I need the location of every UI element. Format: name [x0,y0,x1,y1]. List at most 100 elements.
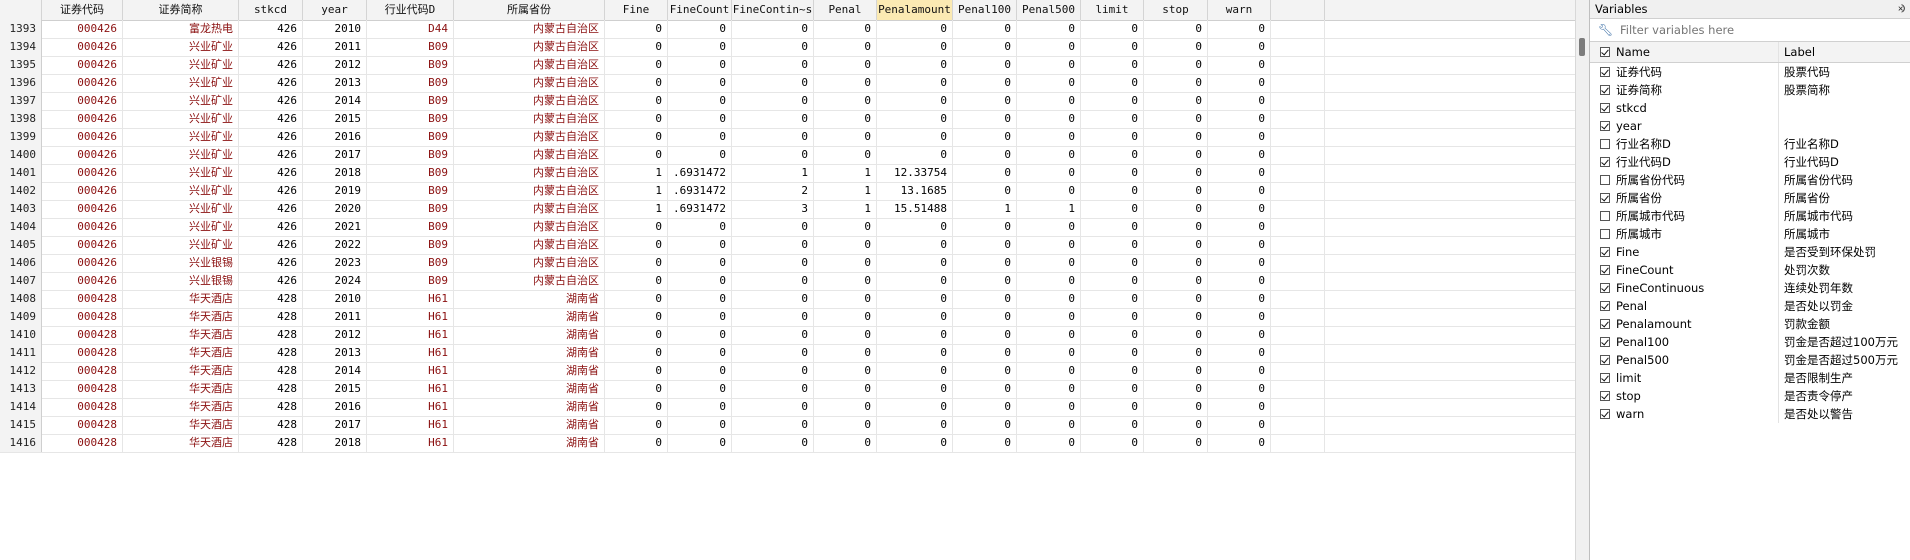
table-cell[interactable]: 0 [877,344,953,362]
table-cell[interactable]: 0 [668,398,732,416]
table-cell[interactable]: 0 [1208,164,1271,182]
table-cell[interactable]: 0 [1017,434,1081,452]
row-number[interactable]: 1394 [0,38,42,56]
table-cell[interactable]: 内蒙古自治区 [454,200,605,218]
table-cell[interactable]: 0 [877,128,953,146]
table-cell[interactable]: 0 [814,290,877,308]
variable-visibility-checkbox[interactable] [1600,121,1610,131]
column-header[interactable]: stop [1144,0,1208,20]
table-cell[interactable]: 0 [1081,254,1144,272]
table-cell[interactable]: 000426 [42,182,123,200]
variable-name-cell[interactable]: Penal100 [1590,333,1779,351]
variable-row[interactable]: Penalamount 罚款金额 [1590,315,1910,333]
table-cell[interactable]: 华天酒店 [123,362,239,380]
table-cell[interactable]: 0 [605,236,668,254]
table-cell[interactable]: 内蒙古自治区 [454,164,605,182]
column-header[interactable]: 证券简称 [123,0,239,20]
table-cell[interactable]: 湖南省 [454,362,605,380]
table-cell[interactable]: 0 [732,74,814,92]
table-cell[interactable]: 0 [732,254,814,272]
table-cell[interactable]: 0 [605,92,668,110]
pin-icon[interactable]: ⨵ [1897,0,1905,18]
table-row[interactable]: 1405 000426 兴业矿业 426 2022 B09 内蒙古自治区 0 0 0 0 0 0 0 0 0 0 [0,236,1575,255]
table-cell[interactable]: H61 [367,416,454,434]
table-cell[interactable]: 0 [1208,200,1271,218]
table-cell[interactable]: 2010 [303,20,367,38]
table-cell[interactable]: 0 [877,326,953,344]
column-header[interactable]: FineContin~s [732,0,814,20]
table-cell[interactable]: 0 [732,362,814,380]
table-cell[interactable]: 0 [668,56,732,74]
table-cell[interactable]: 0 [1144,344,1208,362]
variable-name-cell[interactable]: 证券代码 [1590,63,1779,81]
row-number[interactable]: 1409 [0,308,42,326]
row-number[interactable]: 1408 [0,290,42,308]
table-cell[interactable]: H61 [367,362,454,380]
variable-name-cell[interactable]: 证券简称 [1590,81,1779,99]
table-cell[interactable]: 0 [605,38,668,56]
variable-visibility-checkbox[interactable] [1600,157,1610,167]
table-cell[interactable]: 000426 [42,254,123,272]
table-cell[interactable]: 2017 [303,146,367,164]
row-number[interactable]: 1401 [0,164,42,182]
table-cell[interactable]: 0 [1081,434,1144,452]
table-cell[interactable]: 华天酒店 [123,434,239,452]
row-number[interactable]: 1400 [0,146,42,164]
variable-row[interactable]: year [1590,117,1910,135]
table-row[interactable]: 1414 000428 华天酒店 428 2016 H61 湖南省 0 0 0 0 0 0 0 0 0 0 [0,398,1575,417]
variable-visibility-checkbox[interactable] [1600,139,1610,149]
table-cell[interactable]: H61 [367,344,454,362]
table-cell[interactable]: 0 [1081,416,1144,434]
table-cell[interactable]: 2020 [303,200,367,218]
table-cell[interactable]: 0 [1081,272,1144,290]
table-cell[interactable]: 0 [814,308,877,326]
table-cell[interactable] [1271,56,1325,74]
table-cell[interactable]: 0 [953,236,1017,254]
table-cell[interactable]: 0 [1208,92,1271,110]
table-cell[interactable]: 0 [1017,326,1081,344]
table-cell[interactable]: 0 [732,290,814,308]
table-cell[interactable]: 0 [1144,254,1208,272]
table-cell[interactable] [1271,272,1325,290]
table-cell[interactable]: 2018 [303,434,367,452]
table-cell[interactable]: 内蒙古自治区 [454,272,605,290]
table-cell[interactable]: 0 [814,326,877,344]
table-cell[interactable]: 0 [953,380,1017,398]
table-cell[interactable]: 0 [732,146,814,164]
table-cell[interactable]: 0 [814,128,877,146]
table-cell[interactable]: 内蒙古自治区 [454,182,605,200]
table-cell[interactable]: 内蒙古自治区 [454,254,605,272]
table-cell[interactable]: 000426 [42,56,123,74]
table-cell[interactable]: 2013 [303,344,367,362]
table-cell[interactable]: 0 [1208,290,1271,308]
table-cell[interactable]: 内蒙古自治区 [454,236,605,254]
table-cell[interactable]: 0 [814,380,877,398]
table-cell[interactable]: 426 [239,254,303,272]
table-cell[interactable]: B09 [367,272,454,290]
table-cell[interactable]: 2018 [303,164,367,182]
table-cell[interactable] [1271,38,1325,56]
table-cell[interactable]: 2011 [303,308,367,326]
variable-visibility-checkbox[interactable] [1600,229,1610,239]
table-cell[interactable]: B09 [367,254,454,272]
table-cell[interactable]: 0 [732,128,814,146]
table-row[interactable]: 1412 000428 华天酒店 428 2014 H61 湖南省 0 0 0 0 0 0 0 0 0 0 [0,362,1575,381]
table-cell[interactable]: 0 [877,272,953,290]
table-cell[interactable]: 0 [1081,362,1144,380]
table-cell[interactable]: 0 [814,344,877,362]
table-cell[interactable]: 0 [953,56,1017,74]
table-row[interactable]: 1393 000426 富龙热电 426 2010 D44 内蒙古自治区 0 0 0 0 0 0 0 0 0 0 [0,20,1575,39]
column-header[interactable]: FineCount [668,0,732,20]
table-cell[interactable]: 0 [814,272,877,290]
table-cell[interactable]: 426 [239,218,303,236]
row-number[interactable]: 1399 [0,128,42,146]
table-cell[interactable]: 0 [1144,20,1208,38]
table-cell[interactable]: 426 [239,74,303,92]
table-cell[interactable]: .6931472 [668,200,732,218]
table-row[interactable]: 1403 000426 兴业矿业 426 2020 B09 内蒙古自治区 1.6931472 3… [0,200,1575,219]
table-cell[interactable]: 兴业矿业 [123,74,239,92]
variable-visibility-checkbox[interactable] [1600,409,1610,419]
table-cell[interactable]: 0 [953,326,1017,344]
table-cell[interactable]: 0 [668,272,732,290]
table-cell[interactable]: 0 [732,56,814,74]
